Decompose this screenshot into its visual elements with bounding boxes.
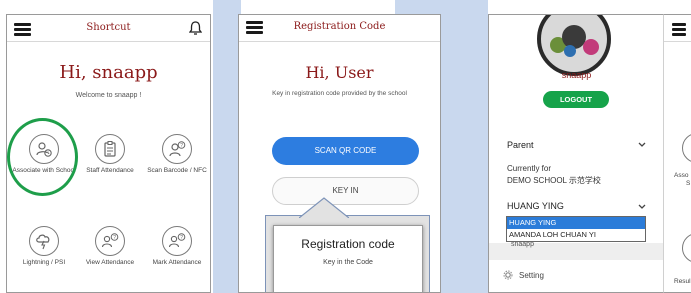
partial-tile-icon: [682, 233, 691, 263]
bell-icon[interactable]: [189, 21, 202, 35]
people-question-icon: ?: [162, 226, 192, 256]
chevron-down-icon[interactable]: [638, 142, 646, 148]
welcome-text: Welcome to snaapp !: [75, 92, 142, 99]
code-input[interactable]: [289, 288, 407, 292]
svg-text:?: ?: [113, 235, 116, 241]
highlight-ring: [7, 118, 78, 196]
people-question-icon: ?: [95, 226, 125, 256]
background-band-2: [440, 0, 488, 293]
selected-child[interactable]: HUANG YING: [507, 201, 564, 211]
dropdown-option[interactable]: AMANDA LOH CHUAN YI: [507, 229, 645, 241]
tile-label: View Attendance: [85, 259, 135, 266]
school-name: DEMO SCHOOL 示范学校: [507, 176, 601, 185]
avatar: [537, 15, 611, 76]
registration-dialog: Registration code Key in the Code: [273, 225, 423, 292]
page-title: Shortcut: [86, 22, 131, 33]
svg-text:?: ?: [180, 235, 183, 241]
partial-tile-label: S: [686, 180, 691, 187]
tile-mark-attendance[interactable]: ? Mark Attendance: [144, 220, 210, 284]
greeting: Hi, User: [305, 63, 374, 82]
phone-screen-sidebar: snaapp LOGOUT Parent Currently for DEMO …: [488, 14, 663, 293]
background-band-1: [213, 0, 241, 293]
tile-lightning-psi[interactable]: Lightning / PSI: [11, 220, 77, 284]
tile-label: Mark Attendance: [152, 259, 202, 266]
callout-pointer: [299, 197, 349, 218]
phone-screen-partial: Asso S Resul: [663, 14, 691, 293]
top-bar: Shortcut: [7, 15, 210, 42]
role-label: Parent: [507, 140, 534, 150]
background-band-top: [395, 0, 475, 14]
partial-tile-label: Asso: [674, 172, 689, 179]
scan-qr-button[interactable]: SCAN QR CODE: [272, 137, 419, 165]
tile-label: Lightning / PSI: [22, 259, 66, 266]
dialog-subtitle: Key in the Code: [323, 259, 373, 266]
phone-screen-registration: Registration Code Hi, User Key in regist…: [238, 14, 441, 293]
top-bar: [664, 15, 691, 42]
dropdown-option-selected[interactable]: HUANG YING: [507, 217, 645, 229]
partial-tile-label: Resul: [674, 278, 691, 285]
person-question-icon: ?: [162, 134, 192, 164]
cloud-lightning-icon: [29, 226, 59, 256]
clipboard-icon: [95, 134, 125, 164]
chevron-down-icon[interactable]: [638, 204, 646, 210]
tile-scan-barcode[interactable]: ? Scan Barcode / NFC: [144, 128, 210, 192]
tile-view-attendance[interactable]: ? View Attendance: [77, 220, 143, 284]
tile-staff-attendance[interactable]: Staff Attendance: [77, 128, 143, 192]
tile-label: Scan Barcode / NFC: [147, 167, 207, 174]
menu-icon[interactable]: [672, 23, 686, 36]
setting-item[interactable]: Setting: [519, 271, 544, 280]
username: snaapp: [561, 70, 592, 80]
instruction-text: Key in registration code provided by the…: [272, 90, 407, 97]
greeting: Hi, snaapp: [59, 62, 158, 83]
partial-tile-icon: [682, 133, 691, 163]
currently-for-label: Currently for: [507, 164, 552, 173]
page-title: Registration Code: [293, 21, 386, 32]
logout-button[interactable]: LOGOUT: [543, 91, 609, 108]
gear-icon: [503, 270, 513, 280]
tile-label: Staff Attendance: [86, 167, 134, 174]
menu-item-partial[interactable]: snaapp: [511, 241, 534, 248]
dialog-title: Registration code: [301, 237, 395, 251]
svg-text:?: ?: [180, 143, 183, 149]
child-dropdown: HUANG YING AMANDA LOH CHUAN YI: [506, 216, 646, 242]
top-bar: Registration Code: [239, 15, 440, 42]
